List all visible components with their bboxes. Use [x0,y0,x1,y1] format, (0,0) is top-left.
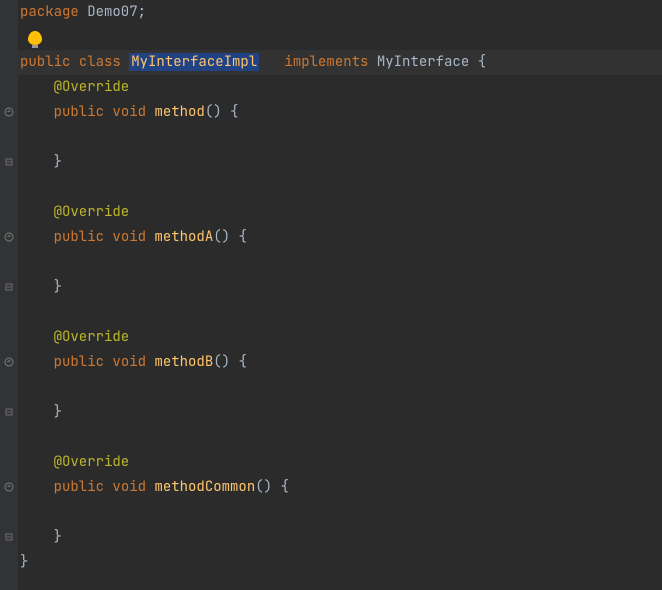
method-name: methodCommon [154,478,255,496]
annotation-override: @Override [54,328,130,346]
code-line[interactable]: @Override [18,325,662,350]
code-line[interactable]: } [18,525,662,550]
code-line[interactable]: public void methodCommon() { [18,475,662,500]
implement-marker-icon[interactable] [3,106,15,118]
fold-icon[interactable] [3,406,15,418]
fold-icon[interactable] [3,156,15,168]
code-line[interactable]: } [18,400,662,425]
interface-name: MyInterface [377,53,469,71]
method-name: methodB [154,353,213,371]
code-line[interactable]: public void methodA() { [18,225,662,250]
fold-icon[interactable] [3,531,15,543]
intention-bulb-line [18,25,662,50]
code-line[interactable]: } [18,550,662,575]
class-name-selected: MyInterfaceImpl [129,53,259,71]
annotation-override: @Override [54,453,130,471]
keyword-class: class [79,53,121,71]
implement-marker-icon[interactable] [3,356,15,368]
code-area[interactable]: package Demo07; public class MyInterface… [18,0,662,590]
code-line[interactable]: } [18,150,662,175]
package-name: Demo07; [79,3,146,21]
implement-marker-icon[interactable] [3,231,15,243]
annotation-override: @Override [54,78,130,96]
fold-icon[interactable] [3,281,15,293]
code-line[interactable]: } [18,275,662,300]
code-line[interactable] [18,300,662,325]
code-line[interactable]: public void methodB() { [18,350,662,375]
method-name: method [154,103,204,121]
gutter [0,0,18,590]
keyword-package: package [20,3,79,21]
implement-marker-icon[interactable] [3,481,15,493]
code-line[interactable] [18,425,662,450]
code-line-current[interactable]: public class MyInterfaceImpl implements … [18,50,662,75]
code-editor[interactable]: package Demo07; public class MyInterface… [0,0,662,590]
keyword-void: void [112,103,146,121]
intention-bulb-icon[interactable] [28,31,42,45]
method-name: methodA [154,228,213,246]
code-line[interactable]: @Override [18,200,662,225]
code-line[interactable] [18,250,662,275]
code-line[interactable]: @Override [18,450,662,475]
keyword-public: public [20,53,70,71]
code-line[interactable]: @Override [18,75,662,100]
code-line[interactable] [18,175,662,200]
annotation-override: @Override [54,203,130,221]
code-line[interactable]: public void method() { [18,100,662,125]
keyword-implements: implements [284,53,368,71]
code-line[interactable]: package Demo07; [18,0,662,25]
code-line[interactable] [18,375,662,400]
code-line[interactable] [18,125,662,150]
code-line[interactable] [18,500,662,525]
